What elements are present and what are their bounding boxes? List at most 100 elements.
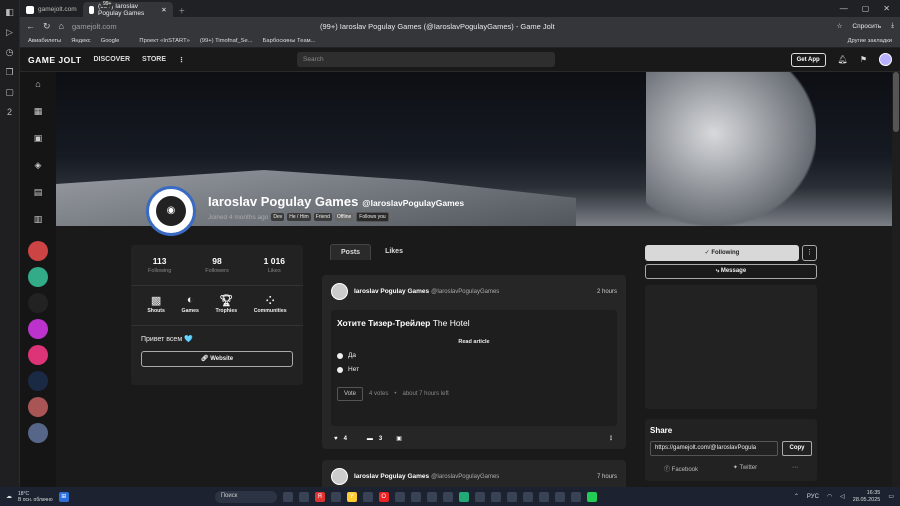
quests-icon[interactable]: ⚑ bbox=[860, 55, 867, 64]
nav-store[interactable]: STORE bbox=[142, 56, 166, 63]
wifi-icon[interactable]: ◠ bbox=[827, 493, 832, 500]
bell-icon[interactable]: 🔔︎ bbox=[838, 55, 848, 64]
notifications-icon[interactable]: ▭ bbox=[888, 493, 894, 500]
home-icon[interactable]: ⌂ bbox=[59, 21, 64, 31]
scrollbar-thumb[interactable] bbox=[893, 72, 899, 132]
gift-icon[interactable]: ▤ bbox=[30, 187, 46, 203]
number-icon[interactable]: 2 bbox=[4, 106, 16, 118]
bookmark-item[interactable]: (99+) Timofnaf_Se... bbox=[200, 38, 253, 44]
grid-icon[interactable]: ▥ bbox=[30, 214, 46, 230]
post-author[interactable]: Iaroslav Pogulay Games @IaroslavPogulayGa… bbox=[354, 473, 499, 480]
clock-icon[interactable]: ◷ bbox=[4, 46, 16, 58]
community-avatar[interactable] bbox=[28, 319, 48, 339]
taskbar-app-icon[interactable] bbox=[298, 491, 309, 502]
whatsapp-icon[interactable] bbox=[586, 491, 597, 502]
community-avatar[interactable] bbox=[28, 345, 48, 365]
post-author-avatar[interactable] bbox=[331, 283, 348, 300]
taskbar-clock[interactable]: 16:35 28.05.2025 bbox=[853, 490, 881, 504]
website-button[interactable]: 🔗︎ Website bbox=[141, 351, 293, 367]
following-button[interactable]: ✓ Following bbox=[645, 245, 799, 261]
community-avatar[interactable] bbox=[28, 371, 48, 391]
get-app-button[interactable]: Get App bbox=[790, 52, 826, 67]
community-avatar[interactable] bbox=[28, 397, 48, 417]
share-url-field[interactable]: https://gamejolt.com/@IaroslavPogula bbox=[650, 441, 778, 456]
poll-option[interactable]: Нет bbox=[337, 366, 611, 373]
taskbar-app-icon[interactable] bbox=[362, 491, 373, 502]
nav-discover[interactable]: DISCOVER bbox=[93, 56, 130, 63]
read-article-link[interactable]: Read article bbox=[337, 339, 611, 345]
vote-button[interactable]: Vote bbox=[337, 387, 364, 401]
community-avatar[interactable] bbox=[28, 267, 48, 287]
browser-tab-active[interactable]: (99+) Iaroslav Pogulay Games ✕ bbox=[82, 2, 173, 17]
yandex-icon[interactable]: Я bbox=[314, 491, 325, 502]
yandex-browser-icon[interactable]: Y bbox=[346, 491, 357, 502]
stat-likes[interactable]: 1 016 Likes bbox=[249, 256, 299, 274]
bookmark-item[interactable]: Яндекс bbox=[71, 38, 91, 44]
backpack-icon[interactable]: ▣ bbox=[30, 133, 46, 149]
link-shouts[interactable]: ▩ Shouts bbox=[147, 294, 165, 314]
reload-icon[interactable]: ↻ bbox=[43, 21, 51, 32]
search-input[interactable]: Search bbox=[297, 52, 556, 67]
store-icon[interactable]: ▦ bbox=[30, 106, 46, 122]
bookmark-item[interactable]: Барбоскины Теам... bbox=[263, 38, 316, 44]
post-author-avatar[interactable] bbox=[331, 468, 348, 485]
bookmark-star-icon[interactable]: ☆ bbox=[837, 22, 843, 30]
facebook-share[interactable]: ⓕ Facebook bbox=[664, 464, 698, 473]
taskbar-app-icon[interactable] bbox=[538, 491, 549, 502]
community-avatar[interactable] bbox=[28, 423, 48, 443]
page-scrollbar[interactable] bbox=[892, 72, 900, 487]
taskbar-app-icon[interactable] bbox=[282, 491, 293, 502]
stat-followers[interactable]: 98 Followers bbox=[192, 256, 242, 274]
taskbar-app-icon[interactable] bbox=[410, 491, 421, 502]
windows-start-icon[interactable]: ⊞ bbox=[58, 491, 69, 502]
post-menu-icon[interactable]: ⋮ bbox=[608, 435, 614, 442]
link-communities[interactable]: ⁘ Communities bbox=[254, 294, 287, 314]
tab-posts[interactable]: Posts bbox=[330, 244, 372, 260]
repost-icon[interactable]: ▣ bbox=[396, 435, 402, 442]
close-window-icon[interactable]: ✕ bbox=[883, 4, 890, 13]
poll-option[interactable]: Да bbox=[337, 352, 611, 359]
box-icon[interactable]: ▢ bbox=[4, 86, 16, 98]
more-share-icon[interactable]: ⋯ bbox=[792, 464, 798, 473]
taskbar-app-icon[interactable] bbox=[474, 491, 485, 502]
tray-chevron-icon[interactable]: ⌃ bbox=[794, 493, 799, 500]
browser-tab[interactable]: gamejolt.com bbox=[20, 2, 83, 17]
taskbar-app-icon[interactable] bbox=[426, 491, 437, 502]
taskbar-app-icon[interactable] bbox=[554, 491, 565, 502]
gamejolt-logo[interactable]: GAME JOLT bbox=[28, 55, 81, 65]
chrome-icon[interactable] bbox=[458, 491, 469, 502]
twitter-share[interactable]: ✦ Twitter bbox=[733, 464, 757, 473]
link-trophies[interactable]: 🏆︎ Trophies bbox=[216, 294, 238, 314]
taskbar-search[interactable]: Поиск bbox=[214, 490, 277, 503]
taskbar-app-icon[interactable] bbox=[442, 491, 453, 502]
play-icon[interactable]: ▷ bbox=[4, 26, 16, 38]
app-icon[interactable]: ◧ bbox=[4, 6, 16, 18]
copy-button[interactable]: Copy bbox=[782, 441, 812, 456]
taskbar-app-icon[interactable] bbox=[570, 491, 581, 502]
url-field[interactable]: gamejolt.com bbox=[72, 22, 117, 31]
weather-icon[interactable]: ☁ bbox=[6, 493, 12, 500]
other-bookmarks[interactable]: Другие закладки bbox=[848, 38, 892, 44]
taskbar-app-icon[interactable] bbox=[394, 491, 405, 502]
ask-button[interactable]: Спросить bbox=[852, 23, 881, 30]
home-icon[interactable]: ⌂ bbox=[30, 79, 46, 95]
community-avatar[interactable] bbox=[28, 293, 48, 313]
bookmark-item[interactable]: Google bbox=[101, 38, 120, 44]
link-games[interactable]: ◐ Games bbox=[182, 294, 199, 314]
new-tab-button[interactable]: ＋ bbox=[173, 2, 192, 17]
language-indicator[interactable]: РУС bbox=[807, 494, 819, 500]
back-arrow-icon[interactable]: ← bbox=[26, 21, 35, 31]
taskbar-app-icon[interactable] bbox=[506, 491, 517, 502]
close-icon[interactable]: ✕ bbox=[161, 6, 166, 14]
taskbar-app-icon[interactable] bbox=[522, 491, 533, 502]
maximize-icon[interactable]: ▢ bbox=[862, 4, 870, 13]
like-icon[interactable]: ♥ bbox=[334, 436, 338, 442]
more-menu-icon[interactable]: ⋮ bbox=[178, 56, 185, 64]
comment-icon[interactable]: ▬ bbox=[367, 436, 373, 442]
bookmark-item[interactable]: Проект «InSTART» bbox=[139, 38, 189, 44]
stat-following[interactable]: 113 Following bbox=[135, 256, 185, 274]
post-author[interactable]: Iaroslav Pogulay Games @IaroslavPogulayGa… bbox=[354, 288, 499, 295]
download-icon[interactable]: ⤓ bbox=[891, 22, 894, 30]
profile-avatar[interactable]: ◉ bbox=[146, 186, 196, 236]
volume-icon[interactable]: ◁ bbox=[840, 493, 845, 500]
